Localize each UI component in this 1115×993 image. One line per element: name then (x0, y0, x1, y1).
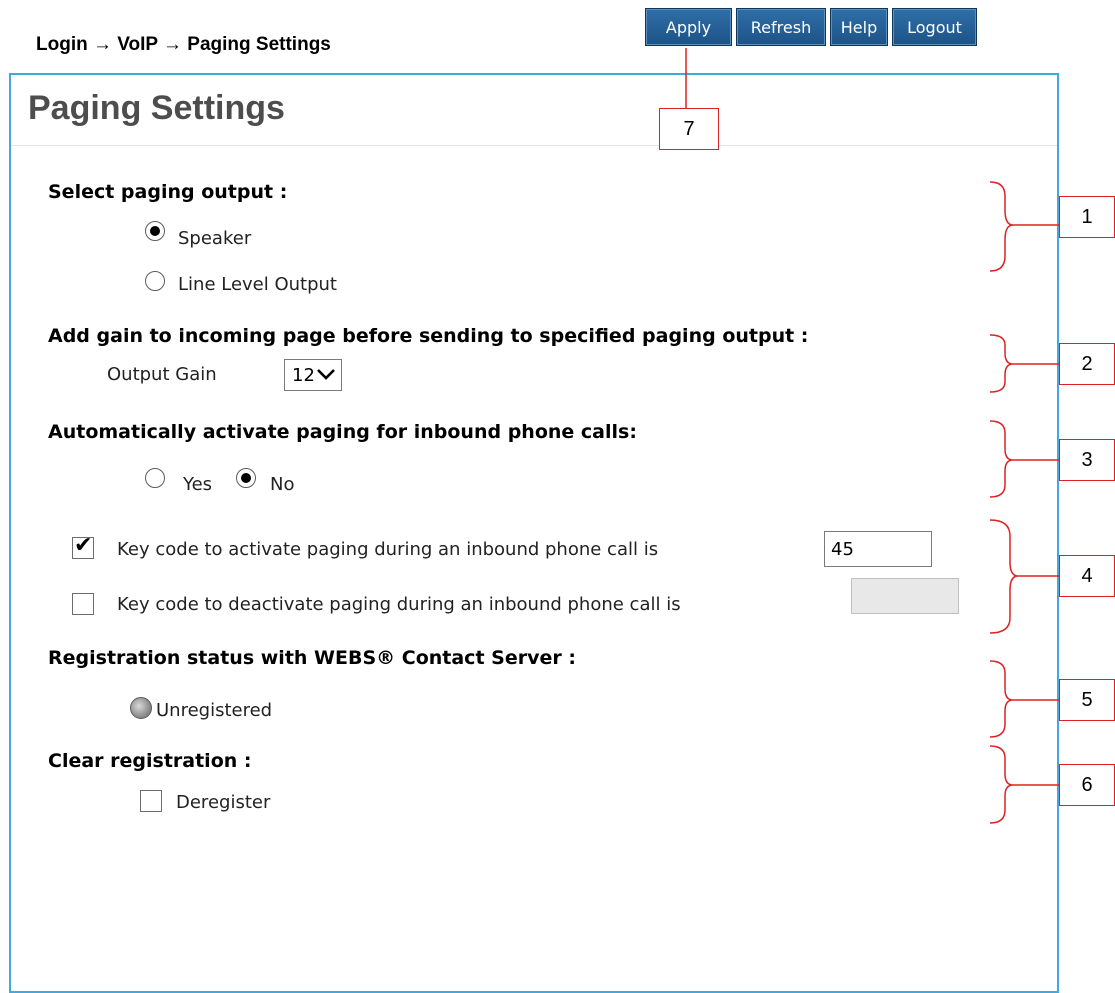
logout-button[interactable]: Logout (892, 8, 977, 46)
activate-keycode-checkbox[interactable]: ✔ (72, 533, 94, 559)
gain-heading: Add gain to incoming page before sending… (48, 325, 809, 347)
registration-status-label: Unregistered (156, 700, 273, 721)
status-light-icon (130, 697, 152, 719)
deregister-checkbox[interactable] (140, 790, 162, 812)
callout-1: 1 (1059, 196, 1115, 238)
paging-output-heading: Select paging output : (48, 181, 288, 203)
breadcrumb: Login → VoIP → Paging Settings (36, 34, 331, 55)
deactivate-keycode-input[interactable] (851, 578, 959, 614)
chevron-down-icon (317, 369, 335, 380)
line-level-output-radio[interactable] (145, 271, 165, 291)
auto-activate-yes-radio[interactable] (145, 468, 165, 488)
callout-6: 6 (1059, 764, 1115, 806)
auto-activate-heading: Automatically activate paging for inboun… (48, 421, 637, 443)
speaker-label: Speaker (178, 228, 252, 249)
auto-activate-no-label: No (270, 474, 295, 495)
auto-activate-yes-label: Yes (183, 474, 213, 495)
deactivate-keycode-checkbox[interactable] (72, 593, 94, 615)
callout-5: 5 (1059, 679, 1115, 721)
output-gain-select[interactable]: 12 (284, 359, 342, 391)
title-divider (11, 145, 1057, 146)
help-button[interactable]: Help (830, 8, 888, 46)
callout-7: 7 (659, 108, 719, 150)
callout-3: 3 (1059, 439, 1115, 481)
output-gain-value: 12 (292, 364, 315, 386)
callout-4: 4 (1059, 555, 1115, 597)
apply-button[interactable]: Apply (645, 8, 732, 46)
callout-2: 2 (1059, 343, 1115, 385)
checkmark-icon: ✔ (74, 533, 93, 558)
page-title: Paging Settings (28, 89, 285, 127)
deactivate-keycode-label: Key code to deactivate paging during an … (117, 594, 681, 615)
activate-keycode-label: Key code to activate paging during an in… (117, 539, 659, 560)
deregister-label: Deregister (176, 792, 271, 813)
output-gain-label: Output Gain (107, 364, 217, 385)
line-level-output-label: Line Level Output (178, 274, 337, 295)
clear-registration-heading: Clear registration : (48, 750, 252, 772)
activate-keycode-input[interactable]: 45 (824, 531, 932, 567)
auto-activate-no-radio[interactable] (236, 468, 256, 488)
refresh-button[interactable]: Refresh (736, 8, 826, 46)
registration-heading: Registration status with WEBS® Contact S… (48, 647, 576, 669)
speaker-radio[interactable] (145, 221, 165, 241)
toolbar: Apply Refresh Help Logout (645, 8, 977, 46)
